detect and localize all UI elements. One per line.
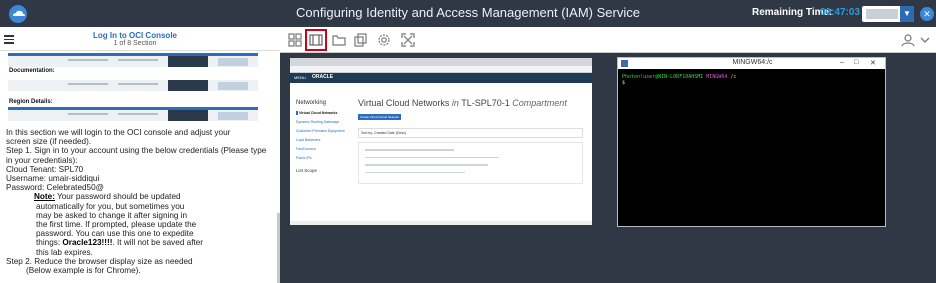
section-counter: 1 of 8 Section bbox=[113, 40, 157, 47]
page-title-in: in bbox=[451, 98, 459, 108]
top-bar: Configuring Identity and Access Manageme… bbox=[0, 0, 936, 27]
dropdown-value bbox=[866, 9, 898, 19]
note-line: the first time. If prompted, please upda… bbox=[36, 220, 197, 230]
sort-row[interactable]: Sort by: Created Date (Desc) bbox=[358, 128, 583, 138]
create-vcn-button[interactable]: Create Virtual Cloud Network bbox=[358, 114, 401, 120]
password: Password: Celebrated50@ bbox=[6, 183, 104, 193]
cloud-tenant: Cloud Tenant: SPL70 bbox=[6, 164, 84, 174]
divider bbox=[0, 50, 280, 51]
lab-instructions-panel: Log In to OCI Console 1 of 8 Section Doc… bbox=[0, 27, 280, 283]
text-line: In this section we will login to the OCI… bbox=[6, 128, 231, 137]
prompt-shell: MINGW64 bbox=[706, 74, 728, 80]
maximize-icon[interactable]: □ bbox=[854, 59, 858, 66]
region-details-label: Region Details: bbox=[9, 99, 53, 105]
grid-icon[interactable] bbox=[288, 33, 302, 47]
split-view-icon[interactable] bbox=[305, 29, 327, 51]
browser-tabs[interactable] bbox=[290, 58, 592, 66]
note-line: things: Oracle123!!!!. It will not be sa… bbox=[6, 238, 276, 247]
prompt-path: /c bbox=[730, 74, 737, 80]
close-icon[interactable]: ✕ bbox=[920, 7, 934, 21]
settings-icon[interactable] bbox=[377, 33, 391, 47]
timer-value: 00:47:03 bbox=[820, 7, 861, 18]
prompt-symbol: $ bbox=[622, 80, 626, 86]
copy-icon[interactable] bbox=[354, 33, 368, 47]
text-line: in your credentials): bbox=[6, 155, 78, 165]
note-line: automatically for you, but sometimes you bbox=[36, 201, 185, 211]
screenshot-thumbnail bbox=[8, 107, 258, 121]
things-prefix: things: bbox=[36, 238, 63, 248]
list-scope-label: List Scope bbox=[296, 168, 318, 173]
new-password: Oracle123!!!! bbox=[62, 238, 113, 248]
note-text: Your password should be updated bbox=[54, 192, 181, 202]
text-line: screen size (if needed). bbox=[6, 137, 92, 147]
menu-label[interactable]: MENU bbox=[294, 75, 306, 80]
networking-nav: Networking Virtual Cloud Networks Dynami… bbox=[296, 100, 356, 178]
instructions-text: In this section we will login to the OCI… bbox=[6, 128, 276, 275]
step-2-sub: (Below example is for Chrome). bbox=[26, 266, 141, 276]
terminal-titlebar: MINGW64:/c – □ ✕ bbox=[618, 58, 885, 69]
things-suffix: . It will not be saved after bbox=[112, 238, 204, 248]
note-label: Note: bbox=[34, 192, 55, 202]
text-line: Step 1. Sign in to your account using th… bbox=[6, 146, 267, 156]
nav-item[interactable]: Public IPs bbox=[296, 156, 356, 160]
step-2: Step 2. Reduce the browser display size … bbox=[6, 256, 193, 266]
note-line: this lab expires. bbox=[36, 247, 93, 257]
remote-desktop[interactable]: MENU ORACLE Networking Virtual Cloud Net… bbox=[280, 54, 936, 283]
nav-heading: Networking bbox=[296, 100, 327, 106]
empty-list-placeholder bbox=[358, 142, 583, 184]
chevron-down-icon[interactable]: ▼ bbox=[900, 6, 914, 22]
workspace-toolbar bbox=[280, 27, 936, 53]
terminal-title: MINGW64:/c bbox=[732, 59, 773, 66]
oracle-logo: ORACLE bbox=[312, 74, 334, 80]
page-title-text: Virtual Cloud Networks bbox=[358, 98, 450, 108]
minimize-icon[interactable]: – bbox=[840, 59, 844, 66]
close-icon[interactable]: ✕ bbox=[870, 59, 876, 67]
nav-item[interactable]: Load Balancers bbox=[296, 138, 356, 142]
sort-label: Sort by: bbox=[361, 131, 374, 135]
chevron-down-icon[interactable] bbox=[920, 33, 930, 47]
note-line: password. You can use this one to expedi… bbox=[36, 229, 194, 239]
nav-item[interactable]: Dynamic Routing Gateways bbox=[296, 120, 356, 124]
compartment-name: TL-SPL70-1 bbox=[461, 98, 510, 108]
page-footer bbox=[290, 221, 592, 225]
fullscreen-icon[interactable] bbox=[401, 33, 415, 47]
nav-item[interactable]: FastConnect bbox=[296, 147, 356, 151]
terminal-window[interactable]: MINGW64:/c – □ ✕ Photon!user@WIN-L0RF10A… bbox=[617, 57, 886, 227]
lab-selector-dropdown[interactable]: ▼ bbox=[862, 6, 914, 22]
sort-value[interactable]: Created Date (Desc) bbox=[374, 131, 406, 135]
compartment-suffix: Compartment bbox=[512, 98, 567, 108]
note-line: Note: Your password should be updated bbox=[6, 192, 276, 201]
section-title[interactable]: Log In to OCI Console bbox=[0, 31, 270, 40]
note-line: may be asked to change it after signing … bbox=[36, 210, 188, 220]
browser-window[interactable]: MENU ORACLE Networking Virtual Cloud Net… bbox=[290, 58, 592, 225]
address-bar[interactable] bbox=[290, 66, 592, 73]
documentation-label: Documentation: bbox=[9, 68, 55, 74]
folder-icon[interactable] bbox=[332, 33, 346, 47]
page-title: Virtual Cloud Networks in TL-SPL70-1 Com… bbox=[358, 98, 567, 108]
user-icon[interactable] bbox=[901, 33, 915, 47]
screenshot-thumbnail bbox=[8, 77, 258, 91]
nav-item[interactable]: Virtual Cloud Networks bbox=[296, 111, 356, 115]
terminal-prompt[interactable]: Photon!user@WIN-L0RF10AHSMI MINGW64 /c $ bbox=[618, 69, 885, 86]
prompt-user: Photon!user@WIN-L0RF10AHSMI bbox=[622, 74, 704, 80]
oci-header: MENU ORACLE bbox=[290, 73, 592, 83]
screenshot-thumbnail bbox=[8, 53, 258, 67]
username: Username: umair-siddiqui bbox=[6, 174, 100, 184]
nav-item[interactable]: Customer-Premises Equipment bbox=[296, 129, 356, 133]
